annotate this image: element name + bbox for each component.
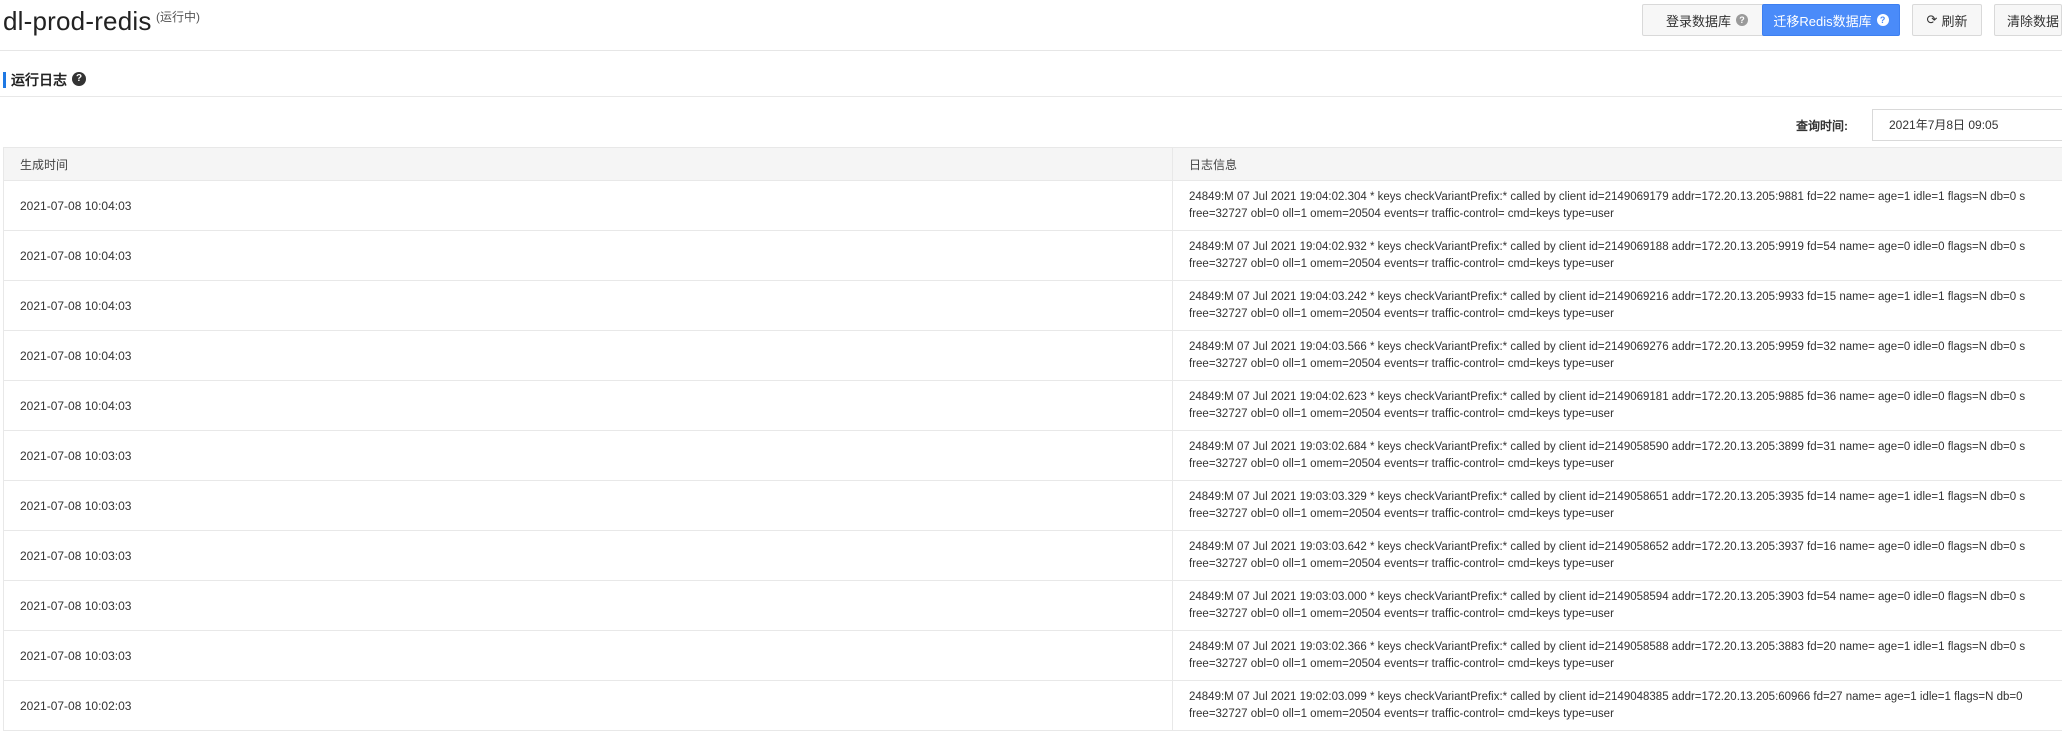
log-message-line: 24849:M 07 Jul 2021 19:04:02.932 * keys … (1189, 240, 2026, 253)
log-message-line: free=32727 obl=0 oll=1 omem=20504 events… (1189, 657, 1614, 670)
log-message-cell: 24849:M 07 Jul 2021 19:03:02.366 * keys … (1172, 630, 2062, 681)
log-message-line: free=32727 obl=0 oll=1 omem=20504 events… (1189, 257, 1614, 270)
log-table: 生成时间 日志信息 2021-07-08 10:04:03 24849:M 07 … (3, 147, 2062, 731)
table-row: 2021-07-08 10:03:03 24849:M 07 Jul 2021 1… (3, 530, 2062, 581)
log-message-line: free=32727 obl=0 oll=1 omem=20504 events… (1189, 407, 1614, 420)
table-row: 2021-07-08 10:04:03 24849:M 07 Jul 2021 1… (3, 280, 2062, 331)
help-icon: ? (1736, 14, 1748, 26)
log-message-line: free=32727 obl=0 oll=1 omem=20504 events… (1189, 357, 1614, 370)
log-time-cell: 2021-07-08 10:04:03 (3, 180, 1173, 231)
log-message-line: 24849:M 07 Jul 2021 19:03:02.684 * keys … (1189, 440, 2026, 453)
table-row: 2021-07-08 10:04:03 24849:M 07 Jul 2021 1… (3, 380, 2062, 431)
log-message-line: 24849:M 07 Jul 2021 19:04:02.623 * keys … (1189, 390, 2026, 403)
status-badge: (运行中) (156, 10, 200, 24)
log-message-line: 24849:M 07 Jul 2021 19:03:02.366 * keys … (1189, 640, 2026, 653)
log-message-line: 24849:M 07 Jul 2021 19:04:03.242 * keys … (1189, 290, 2026, 303)
log-message-cell: 24849:M 07 Jul 2021 19:04:02.932 * keys … (1172, 230, 2062, 281)
query-time-input[interactable]: 2021年7月8日 09:05 (1872, 109, 2062, 141)
section-header: 运行日志 ? (0, 62, 2062, 97)
log-message-line: 24849:M 07 Jul 2021 19:03:03.000 * keys … (1189, 590, 2026, 603)
refresh-icon: ⟳ (1926, 12, 1938, 27)
clear-data-label: 清除数据 (2007, 13, 2060, 29)
log-message-line: free=32727 obl=0 oll=1 omem=20504 events… (1189, 607, 1614, 620)
log-time-cell: 2021-07-08 10:03:03 (3, 630, 1173, 681)
log-message-cell: 24849:M 07 Jul 2021 19:03:03.642 * keys … (1172, 530, 2062, 581)
help-icon[interactable]: ? (72, 72, 86, 86)
table-row: 2021-07-08 10:03:03 24849:M 07 Jul 2021 1… (3, 580, 2062, 631)
table-row: 2021-07-08 10:04:03 24849:M 07 Jul 2021 1… (3, 180, 2062, 231)
section-title: 运行日志 (11, 72, 67, 88)
log-message-cell: 24849:M 07 Jul 2021 19:03:02.684 * keys … (1172, 430, 2062, 481)
log-message-line: 24849:M 07 Jul 2021 19:04:03.566 * keys … (1189, 340, 2026, 353)
log-time-cell: 2021-07-08 10:04:03 (3, 230, 1173, 281)
log-message-line: 24849:M 07 Jul 2021 19:03:03.329 * keys … (1189, 490, 2026, 503)
log-message-cell: 24849:M 07 Jul 2021 19:04:02.623 * keys … (1172, 380, 2062, 431)
log-time-cell: 2021-07-08 10:02:03 (3, 680, 1173, 731)
login-db-label: 登录数据库 (1665, 13, 1731, 29)
log-message-cell: 24849:M 07 Jul 2021 19:02:03.099 * keys … (1172, 680, 2062, 731)
log-time-cell: 2021-07-08 10:04:03 (3, 280, 1173, 331)
table-row: 2021-07-08 10:02:03 24849:M 07 Jul 2021 1… (3, 680, 2062, 731)
query-time-label: 查询时间: (1796, 119, 1848, 133)
log-message-cell: 24849:M 07 Jul 2021 19:03:03.329 * keys … (1172, 480, 2062, 531)
log-message-line: 24849:M 07 Jul 2021 19:02:03.099 * keys … (1189, 690, 2023, 703)
log-message-cell: 24849:M 07 Jul 2021 19:04:03.566 * keys … (1172, 330, 2062, 381)
log-message-cell: 24849:M 07 Jul 2021 19:04:02.304 * keys … (1172, 180, 2062, 231)
page-title: dl-prod-redis (3, 6, 152, 36)
log-time-cell: 2021-07-08 10:03:03 (3, 430, 1173, 481)
clear-data-button[interactable]: 清除数据 (1994, 4, 2062, 36)
log-time-cell: 2021-07-08 10:04:03 (3, 380, 1173, 431)
log-message-line: free=32727 obl=0 oll=1 omem=20504 events… (1189, 457, 1614, 470)
log-message-line: free=32727 obl=0 oll=1 omem=20504 events… (1189, 207, 1614, 220)
log-message-cell: 24849:M 07 Jul 2021 19:04:03.242 * keys … (1172, 280, 2062, 331)
table-row: 2021-07-08 10:03:03 24849:M 07 Jul 2021 1… (3, 430, 2062, 481)
log-time-cell: 2021-07-08 10:03:03 (3, 580, 1173, 631)
table-row: 2021-07-08 10:04:03 24849:M 07 Jul 2021 1… (3, 230, 2062, 281)
log-message-line: free=32727 obl=0 oll=1 omem=20504 events… (1189, 307, 1614, 320)
section-accent-bar (3, 72, 6, 88)
table-row: 2021-07-08 10:03:03 24849:M 07 Jul 2021 1… (3, 480, 2062, 531)
log-message-cell: 24849:M 07 Jul 2021 19:03:03.000 * keys … (1172, 580, 2062, 631)
help-icon: ? (1876, 14, 1889, 26)
migrate-redis-label: 迁移Redis数据库 (1773, 13, 1872, 29)
column-header-message: 日志信息 (1172, 147, 2062, 181)
refresh-button[interactable]: ⟳ 刷新 (1912, 4, 1982, 36)
log-message-line: 24849:M 07 Jul 2021 19:04:02.304 * keys … (1189, 190, 2026, 203)
login-db-button[interactable]: 登录数据库 ? (1642, 4, 1772, 36)
table-header-row: 生成时间 日志信息 (3, 147, 2062, 181)
log-message-line: free=32727 obl=0 oll=1 omem=20504 events… (1189, 557, 1614, 570)
log-time-cell: 2021-07-08 10:03:03 (3, 480, 1173, 531)
log-message-line: free=32727 obl=0 oll=1 omem=20504 events… (1189, 507, 1614, 520)
column-header-time: 生成时间 (3, 147, 1173, 181)
table-row: 2021-07-08 10:04:03 24849:M 07 Jul 2021 1… (3, 330, 2062, 381)
table-row: 2021-07-08 10:03:03 24849:M 07 Jul 2021 1… (3, 630, 2062, 681)
log-time-cell: 2021-07-08 10:04:03 (3, 330, 1173, 381)
log-time-cell: 2021-07-08 10:03:03 (3, 530, 1173, 581)
migrate-redis-button[interactable]: 迁移Redis数据库 ? (1762, 4, 1900, 36)
page-header: dl-prod-redis (运行中) 登录数据库 ? 迁移Redis数据库 ?… (0, 0, 2062, 51)
log-message-line: 24849:M 07 Jul 2021 19:03:03.642 * keys … (1189, 540, 2026, 553)
log-message-line: free=32727 obl=0 oll=1 omem=20504 events… (1189, 707, 1614, 720)
refresh-label: 刷新 (1941, 13, 1968, 29)
